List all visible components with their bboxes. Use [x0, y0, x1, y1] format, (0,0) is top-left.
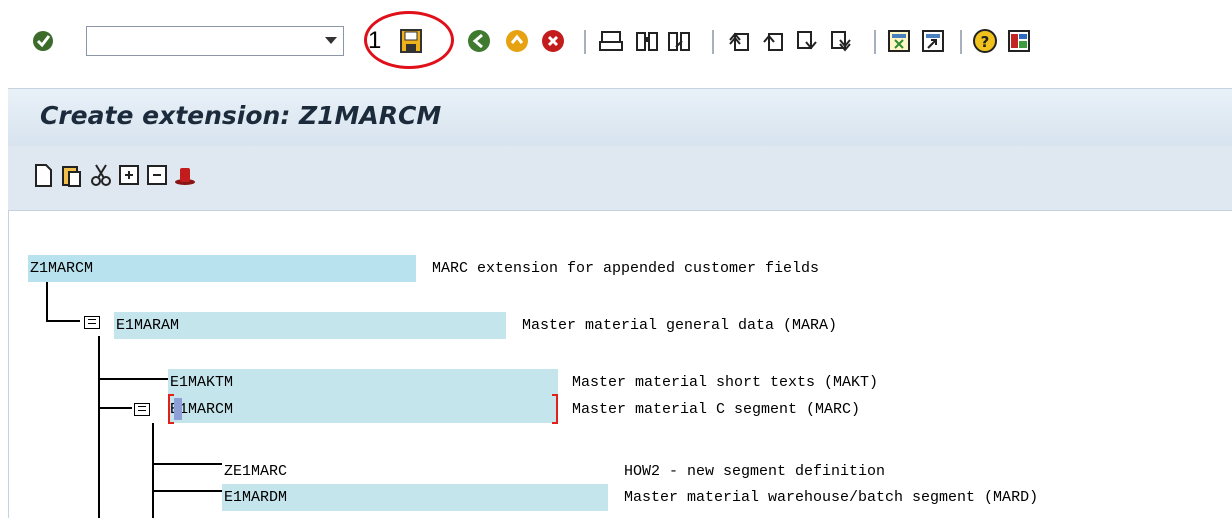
node-description: Master material general data (MARA) [522, 317, 838, 334]
command-input[interactable] [91, 30, 305, 54]
expand-icon[interactable] [118, 162, 140, 188]
tree-connector [152, 490, 222, 492]
first-page-icon[interactable] [726, 26, 752, 56]
cut-icon[interactable] [90, 162, 112, 188]
node-name: E1MARDM [224, 489, 288, 506]
save-annotation-circle [364, 11, 454, 69]
tree-connector [46, 320, 80, 322]
node-description: MARC extension for appended customer fie… [432, 260, 820, 277]
node-description: Master material short texts (MAKT) [572, 374, 879, 391]
exit-icon[interactable] [504, 26, 530, 56]
tree-connector [98, 336, 100, 518]
selection-bracket-left [168, 394, 174, 424]
tree-connector [152, 423, 154, 518]
tree-node-ze1marc[interactable]: ZE1MARC [222, 458, 608, 485]
tree-connector [98, 407, 132, 409]
application-toolbar [8, 146, 1232, 211]
cancel-icon[interactable] [540, 26, 566, 56]
tree-connector [46, 280, 48, 320]
chevron-down-icon[interactable] [325, 37, 337, 44]
enter-check-icon[interactable] [30, 26, 56, 56]
text-cursor [174, 398, 182, 420]
node-description: HOW2 - new segment definition [624, 463, 886, 480]
node-name: E1MARAM [116, 317, 180, 334]
command-field[interactable] [86, 26, 344, 56]
toolbar-separator [712, 30, 714, 54]
collapse-icon[interactable] [146, 162, 168, 188]
next-page-icon[interactable] [794, 26, 820, 56]
folder-icon[interactable] [84, 316, 100, 329]
print-icon[interactable] [598, 26, 624, 56]
node-description: Master material C segment (MARC) [572, 401, 861, 418]
page-title: Create extension: Z1MARCM [40, 101, 442, 130]
create-icon[interactable] [32, 162, 54, 188]
toolbar-separator [960, 30, 962, 54]
tree-node-e1maktm[interactable]: E1MAKTM [168, 369, 558, 396]
layout-menu-icon[interactable] [1006, 26, 1032, 56]
paste-icon[interactable] [60, 162, 82, 188]
tree-node-e1mardm[interactable]: E1MARDM [222, 484, 608, 511]
help-icon[interactable]: ? [972, 26, 998, 56]
find-next-icon[interactable] [666, 26, 692, 56]
tree-connector [152, 463, 222, 465]
shortcut-icon[interactable] [920, 26, 946, 56]
title-bar: Create extension: Z1MARCM [8, 88, 1232, 147]
back-icon[interactable] [466, 26, 492, 56]
node-name: Z1MARCM [30, 260, 94, 277]
node-description: Master material warehouse/batch segment … [624, 489, 1039, 506]
last-page-icon[interactable] [828, 26, 854, 56]
folder-icon[interactable] [134, 403, 150, 416]
node-name: E1MAKTM [170, 374, 234, 391]
previous-page-icon[interactable] [760, 26, 786, 56]
tree-node-e1marcm[interactable]: E1MARCM [168, 396, 558, 423]
create-session-icon[interactable] [886, 26, 912, 56]
hat-icon[interactable] [174, 162, 196, 188]
node-name: ZE1MARC [224, 463, 288, 480]
toolbar-separator [874, 30, 876, 54]
find-icon[interactable] [634, 26, 660, 56]
selection-bracket-right [552, 394, 558, 424]
tree-node-e1maram[interactable]: E1MARAM [114, 312, 506, 339]
toolbar-separator [584, 30, 586, 54]
segment-tree: Z1MARCM MARC extension for appended cust… [0, 210, 1232, 518]
tree-node-z1marcm[interactable]: Z1MARCM [28, 255, 416, 282]
system-toolbar: 1 ? [0, 0, 1232, 82]
tree-connector [98, 378, 168, 380]
svg-text:?: ? [981, 33, 990, 51]
